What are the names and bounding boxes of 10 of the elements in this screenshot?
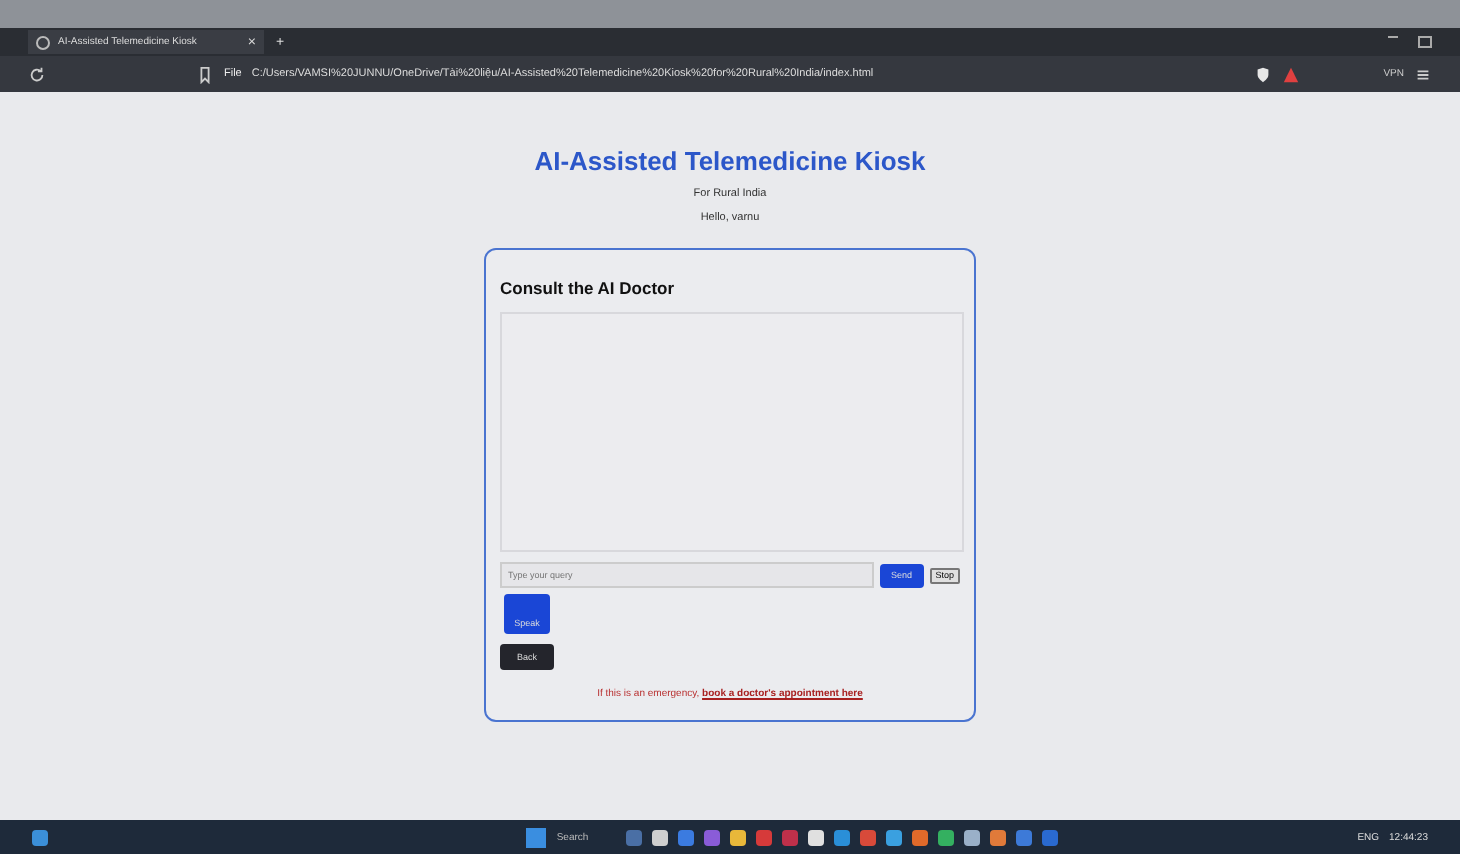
menu-icon[interactable]: [1414, 65, 1432, 83]
bookmark-icon[interactable]: [196, 65, 214, 83]
shield-icon[interactable]: [1254, 65, 1272, 83]
reload-icon[interactable]: [28, 65, 46, 83]
widgets-icon[interactable]: [32, 829, 48, 845]
maximize-icon[interactable]: [1418, 36, 1432, 48]
page-title: AI-Assisted Telemedicine Kiosk: [534, 146, 926, 176]
triangle-icon[interactable]: [1282, 65, 1300, 83]
start-icon[interactable]: [526, 827, 547, 847]
card-heading: Consult the AI Doctor: [500, 278, 675, 298]
